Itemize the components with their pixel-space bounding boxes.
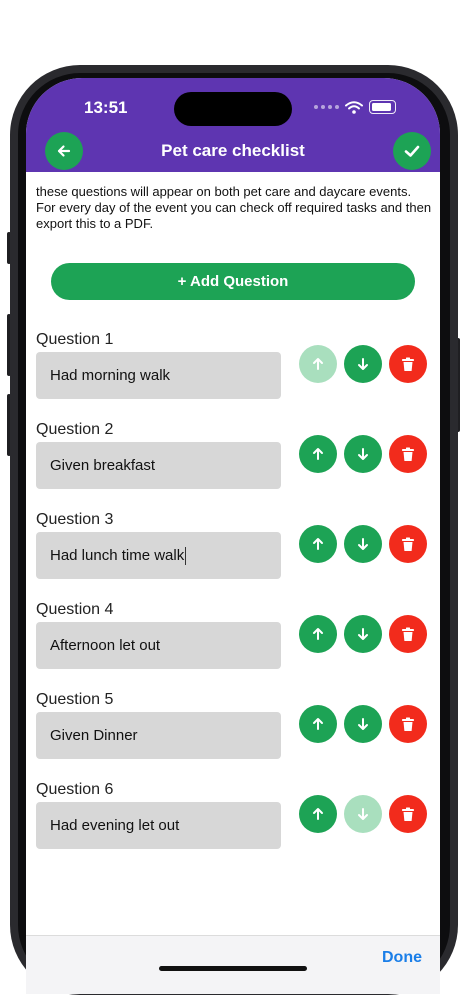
move-down-button[interactable] — [344, 435, 382, 473]
move-up-button[interactable] — [299, 525, 337, 563]
app-screen: 13:51 Pet care checklist these questions… — [26, 78, 440, 994]
arrow-down-icon — [358, 538, 368, 550]
arrow-down-icon — [358, 718, 368, 730]
delete-button[interactable] — [389, 525, 427, 563]
question-label: Question 6 — [36, 781, 114, 798]
arrow-up-icon — [313, 718, 323, 730]
trash-icon — [402, 627, 414, 641]
trash-icon — [402, 717, 414, 731]
save-button[interactable] — [393, 132, 431, 170]
status-icons — [314, 100, 396, 114]
delete-button[interactable] — [389, 615, 427, 653]
move-up-button[interactable] — [299, 615, 337, 653]
delete-button[interactable] — [389, 795, 427, 833]
arrow-up-icon — [313, 358, 323, 370]
app-header: 13:51 Pet care checklist — [26, 78, 440, 172]
question-row: Question 5 Given Dinner — [26, 691, 440, 781]
move-down-button[interactable] — [344, 705, 382, 743]
arrow-up-icon — [313, 448, 323, 460]
move-up-button[interactable] — [299, 795, 337, 833]
wifi-icon — [345, 100, 363, 114]
arrow-down-icon — [358, 628, 368, 640]
add-question-button[interactable]: + Add Question — [51, 263, 415, 300]
question-row: Question 4 Afternoon let out — [26, 601, 440, 691]
move-up-button[interactable] — [299, 435, 337, 473]
question-row: Question 1 Had morning walk — [26, 331, 440, 421]
arrow-down-icon — [358, 448, 368, 460]
move-down-button[interactable] — [344, 795, 382, 833]
move-up-button[interactable] — [299, 345, 337, 383]
battery-icon — [369, 100, 396, 114]
question-input-value: Afternoon let out — [50, 637, 161, 654]
status-time: 13:51 — [84, 98, 128, 117]
question-input[interactable]: Had evening let out — [36, 802, 281, 849]
question-input[interactable]: Given breakfast — [36, 442, 281, 489]
delete-button[interactable] — [389, 435, 427, 473]
move-down-button[interactable] — [344, 345, 382, 383]
delete-button[interactable] — [389, 705, 427, 743]
question-label: Question 5 — [36, 691, 114, 708]
question-label: Question 3 — [36, 511, 114, 528]
dynamic-island — [174, 92, 292, 126]
question-label: Question 1 — [36, 331, 114, 348]
arrow-down-icon — [358, 358, 368, 370]
arrow-up-icon — [313, 628, 323, 640]
question-input[interactable]: Had lunch time walk — [36, 532, 281, 579]
question-row: Question 3 Had lunch time walk — [26, 511, 440, 601]
arrow-up-icon — [313, 808, 323, 820]
delete-button[interactable] — [389, 345, 427, 383]
question-input[interactable]: Had morning walk — [36, 352, 281, 399]
question-input-value: Had lunch time walk — [50, 547, 185, 564]
home-indicator[interactable] — [159, 966, 307, 971]
trash-icon — [402, 537, 414, 551]
intro-text: these questions will appear on both pet … — [36, 184, 432, 231]
move-down-button[interactable] — [344, 615, 382, 653]
question-input-value: Given Dinner — [50, 727, 138, 744]
cellular-signal-icon — [314, 105, 339, 109]
question-input-value: Had morning walk — [50, 367, 171, 384]
question-input[interactable]: Afternoon let out — [36, 622, 281, 669]
text-cursor — [185, 546, 187, 565]
arrow-up-icon — [313, 538, 323, 550]
keyboard-toolbar: Done — [26, 935, 440, 994]
question-row: Question 6 Had evening let out — [26, 781, 440, 871]
question-label: Question 4 — [36, 601, 114, 618]
question-input[interactable]: Given Dinner — [36, 712, 281, 759]
trash-icon — [402, 357, 414, 371]
question-input-value: Had evening let out — [50, 817, 180, 834]
move-up-button[interactable] — [299, 705, 337, 743]
arrow-down-icon — [358, 808, 368, 820]
trash-icon — [402, 447, 414, 461]
trash-icon — [402, 807, 414, 821]
move-down-button[interactable] — [344, 525, 382, 563]
checkmark-icon — [404, 145, 420, 157]
done-button[interactable]: Done — [382, 949, 422, 967]
page-title: Pet care checklist — [161, 141, 305, 160]
question-label: Question 2 — [36, 421, 114, 438]
question-row: Question 2 Given breakfast — [26, 421, 440, 511]
question-input-value: Given breakfast — [50, 457, 156, 474]
question-list: Question 1 Had morning walk Question 2 G… — [26, 331, 440, 871]
